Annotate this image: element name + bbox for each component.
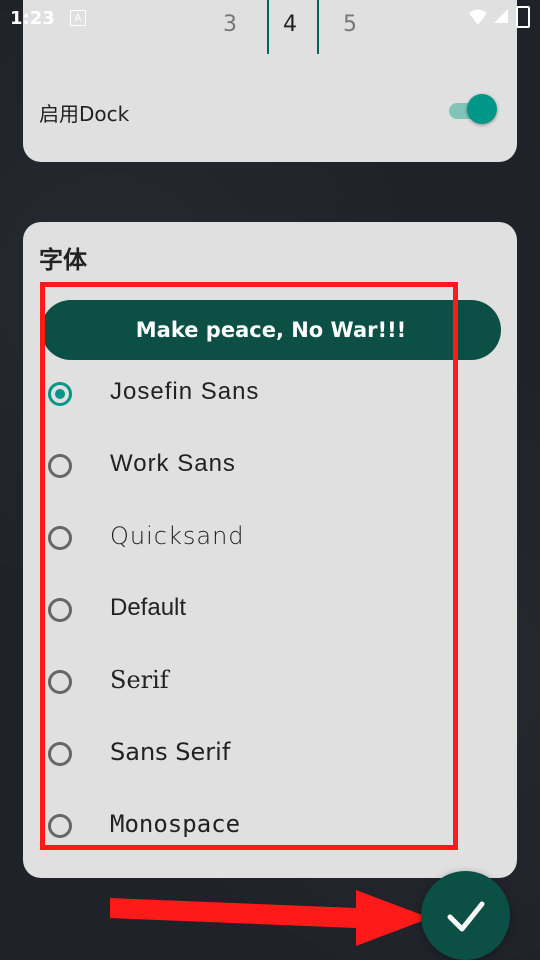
dock-toggle[interactable] <box>449 94 497 128</box>
status-time: 1:23 <box>10 8 55 29</box>
notification-icon: A <box>70 10 86 26</box>
wifi-icon <box>469 9 487 25</box>
dock-toggle-label: 启用Dock <box>39 102 130 126</box>
check-icon <box>447 901 484 931</box>
toggle-thumb <box>467 94 497 124</box>
signal-icon <box>494 9 508 23</box>
battery-icon <box>516 6 530 28</box>
red-highlight-box <box>40 282 458 850</box>
status-bar: 1:23 A <box>0 0 540 40</box>
confirm-button[interactable] <box>421 871 510 960</box>
font-section-title: 字体 <box>39 246 87 274</box>
